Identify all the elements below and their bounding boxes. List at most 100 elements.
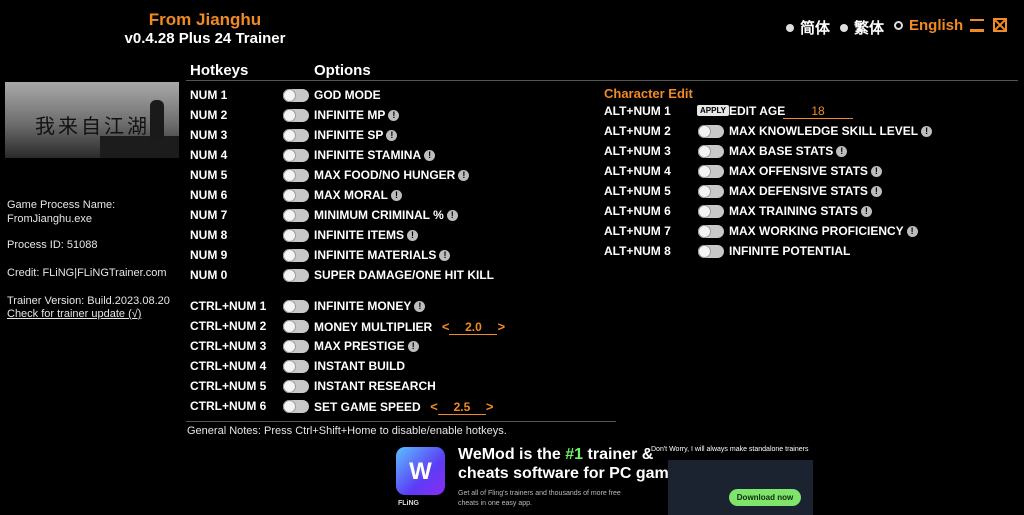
decrease-arrow-icon[interactable]: <	[427, 399, 438, 414]
option-row: INSTANT BUILD	[314, 359, 405, 373]
radio-selected-icon	[894, 21, 903, 30]
character-edit-title: Character Edit	[604, 86, 693, 101]
warning-icon: !	[870, 166, 882, 177]
option-row: INFINITE MATERIALS!	[314, 248, 451, 262]
toggle-switch[interactable]	[283, 189, 309, 202]
toggle-switch[interactable]	[283, 169, 309, 182]
hotkey-label: ALT+NUM 1	[604, 104, 671, 118]
option-row: MAX WORKING PROFICIENCY!	[729, 224, 918, 238]
hotkey-label: CTRL+NUM 2	[190, 319, 267, 333]
option-label: INFINITE MONEY	[314, 299, 412, 313]
option-label: SUPER DAMAGE/ONE HIT KILL	[314, 268, 495, 282]
toggle-switch[interactable]	[283, 229, 309, 242]
game-banner: 我来自江湖	[5, 82, 179, 158]
value-input[interactable]: 2.0	[449, 320, 498, 335]
lang-option-traditional[interactable]: 繁体	[840, 17, 884, 38]
apply-button[interactable]: APPLY	[697, 105, 729, 116]
option-label: SET GAME SPEED	[314, 400, 421, 414]
option-label: MAX DEFENSIVE STATS	[729, 184, 868, 198]
warning-icon: !	[386, 130, 398, 141]
toggle-switch[interactable]	[698, 125, 724, 138]
warning-icon: !	[906, 226, 918, 237]
trainer-version-title: v0.4.28 Plus 24 Trainer	[124, 30, 286, 47]
option-row: MAX BASE STATS!	[729, 144, 848, 158]
option-row: MAX OFFENSIVE STATS!	[729, 164, 882, 178]
hotkey-label: NUM 4	[190, 148, 228, 162]
option-label: INFINITE POTENTIAL	[729, 244, 851, 258]
option-label: MAX WORKING PROFICIENCY	[729, 224, 904, 238]
toggle-switch[interactable]	[283, 320, 309, 333]
option-row: SET GAME SPEED <2.5 >	[314, 399, 494, 415]
option-label: INFINITE SP	[314, 128, 384, 142]
lang-option-english[interactable]: English	[894, 17, 963, 34]
option-row: SUPER DAMAGE/ONE HIT KILL	[314, 268, 494, 282]
banner-calligraphy: 我来自江湖	[35, 114, 150, 138]
toggle-switch[interactable]	[283, 269, 309, 282]
toggle-switch[interactable]	[283, 89, 309, 102]
hotkey-label: ALT+NUM 2	[604, 124, 671, 138]
option-row: INFINITE ITEMS!	[314, 228, 418, 242]
lang-option-simplified[interactable]: 简体	[786, 17, 830, 38]
toggle-switch[interactable]	[283, 380, 309, 393]
toggle-switch[interactable]	[698, 165, 724, 178]
hotkey-label: NUM 9	[190, 248, 228, 262]
toggle-switch[interactable]	[283, 249, 309, 262]
option-row: MINIMUM CRIMINAL %!	[314, 208, 458, 222]
hotkey-label: NUM 3	[190, 128, 228, 142]
toggle-switch[interactable]	[283, 209, 309, 222]
toggle-switch[interactable]	[283, 149, 309, 162]
option-row: MAX FOOD/NO HUNGER!	[314, 168, 470, 182]
toggle-switch[interactable]	[283, 400, 309, 413]
hotkey-label: NUM 2	[190, 108, 228, 122]
value-input[interactable]: 2.5	[437, 400, 486, 415]
wemod-ad[interactable]: W FLiNG WeMod is the #1 trainer & cheats…	[393, 444, 813, 515]
hotkey-label: NUM 5	[190, 168, 228, 182]
toggle-switch[interactable]	[698, 205, 724, 218]
hotkey-label: CTRL+NUM 5	[190, 379, 267, 393]
increase-arrow-icon[interactable]: >	[486, 399, 494, 414]
option-row: INFINITE MONEY!	[314, 299, 426, 313]
toggle-switch[interactable]	[698, 145, 724, 158]
edit-age-input[interactable]: 18	[783, 104, 853, 119]
hotkey-label: CTRL+NUM 4	[190, 359, 267, 373]
toggle-switch[interactable]	[698, 245, 724, 258]
hotkey-label: NUM 1	[190, 88, 228, 102]
toggle-switch[interactable]	[698, 185, 724, 198]
toggle-switch[interactable]	[283, 129, 309, 142]
warning-icon: !	[407, 230, 418, 241]
option-row: INFINITE SP!	[314, 128, 398, 142]
notes-divider	[186, 421, 616, 422]
toggle-switch[interactable]	[283, 340, 309, 353]
decrease-arrow-icon[interactable]: <	[438, 319, 450, 334]
option-row: INFINITE POTENTIAL	[729, 244, 850, 258]
option-label: GOD MODE	[314, 88, 381, 102]
toggle-switch[interactable]	[698, 225, 724, 238]
check-update-link[interactable]: Check for trainer update (√)	[7, 308, 141, 320]
lang-label: 简体	[800, 20, 831, 37]
process-id: Process ID: 51088	[7, 239, 98, 251]
warning-icon: !	[439, 250, 451, 261]
lang-label: English	[909, 17, 964, 34]
option-label: INFINITE STAMINA	[314, 148, 422, 162]
increase-arrow-icon[interactable]: >	[497, 319, 505, 334]
header-divider	[186, 80, 1018, 81]
toggle-switch[interactable]	[283, 109, 309, 122]
hotkey-label: CTRL+NUM 6	[190, 399, 267, 413]
hotkey-label: ALT+NUM 7	[604, 224, 671, 238]
warning-icon: !	[836, 146, 848, 157]
minimize-button[interactable]	[970, 19, 984, 32]
hotkey-label: ALT+NUM 4	[604, 164, 671, 178]
game-title: From Jianghu	[148, 10, 262, 29]
warning-icon: !	[870, 186, 882, 197]
hotkey-label: ALT+NUM 8	[604, 244, 671, 258]
warning-icon: !	[860, 206, 872, 217]
option-label: MAX PRESTIGE	[314, 339, 405, 353]
toggle-switch[interactable]	[283, 360, 309, 373]
ad-headline-num: #1	[565, 446, 584, 463]
close-button[interactable]	[993, 18, 1007, 32]
process-name: FromJianghu.exe	[7, 213, 92, 225]
toggle-switch[interactable]	[283, 300, 309, 313]
download-now-button[interactable]: Download now	[729, 489, 801, 506]
option-label: MAX TRAINING STATS	[729, 204, 858, 218]
option-label: INFINITE MP	[314, 108, 386, 122]
